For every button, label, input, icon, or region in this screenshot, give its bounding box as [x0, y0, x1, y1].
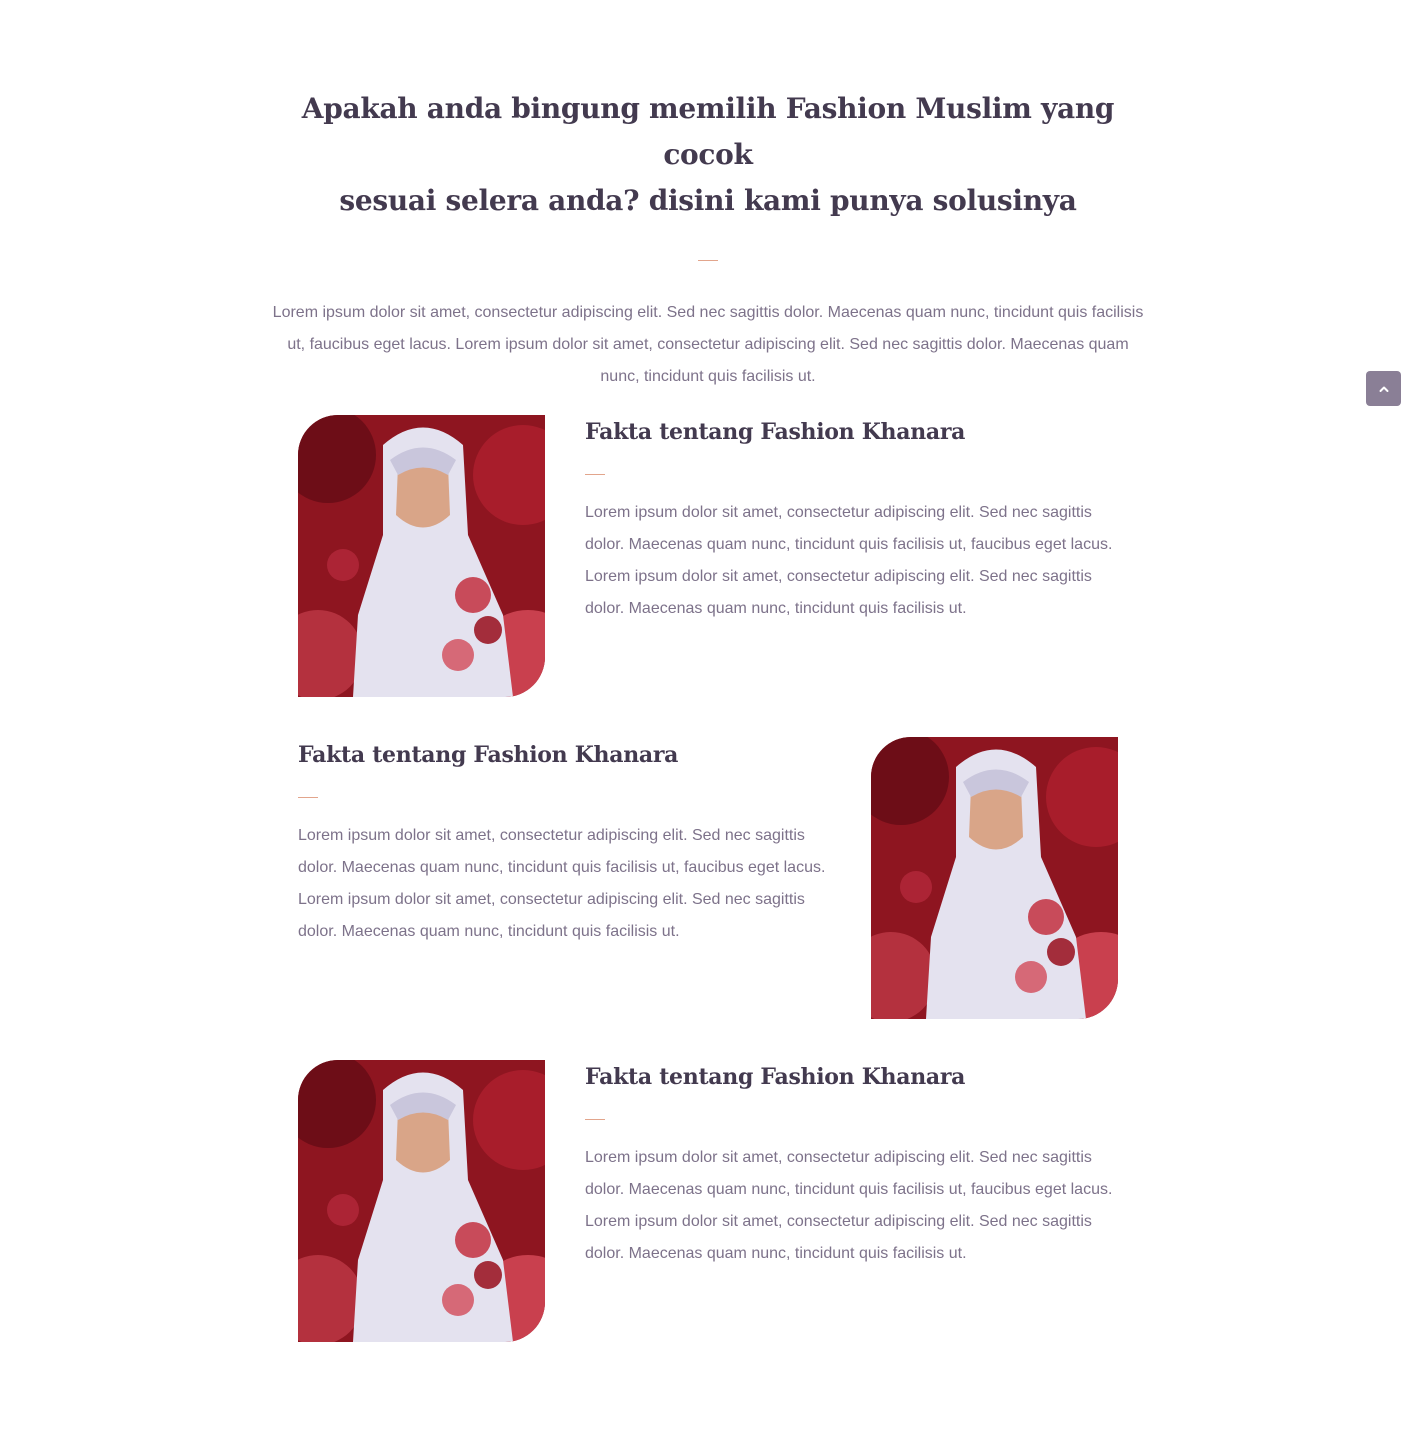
feature-title: Fakta tentang Fashion Khanara	[585, 419, 966, 445]
feature-divider	[298, 797, 318, 798]
feature-image	[871, 737, 1118, 1019]
hijab-model-photo	[871, 737, 1118, 1019]
feature-title: Fakta tentang Fashion Khanara	[298, 742, 679, 768]
hijab-model-photo	[298, 415, 545, 697]
intro-title: Apakah anda bingung memilih Fashion Musl…	[270, 86, 1146, 224]
intro-title-line2: sesuai selera anda? disini kami punya so…	[339, 184, 1077, 217]
intro-title-line1: Apakah anda bingung memilih Fashion Musl…	[301, 92, 1115, 171]
feature-content: Fakta tentang Fashion Khanara Lorem ipsu…	[585, 1060, 1125, 1270]
feature-text: Lorem ipsum dolor sit amet, consectetur …	[585, 1149, 1113, 1262]
feature-text: Lorem ipsum dolor sit amet, consectetur …	[585, 504, 1113, 617]
intro-divider	[698, 260, 718, 261]
feature-content: Fakta tentang Fashion Khanara Lorem ipsu…	[585, 415, 1125, 625]
feature-content: Fakta tentang Fashion Khanara Lorem ipsu…	[298, 738, 838, 948]
hijab-model-photo	[298, 1060, 545, 1342]
feature-image	[298, 1060, 545, 1342]
feature-title: Fakta tentang Fashion Khanara	[585, 1064, 966, 1090]
intro-text: Lorem ipsum dolor sit amet, consectetur …	[272, 304, 1144, 385]
chevron-up-icon	[1379, 386, 1388, 392]
feature-divider	[585, 474, 605, 475]
feature-image	[298, 415, 545, 697]
feature-text: Lorem ipsum dolor sit amet, consectetur …	[298, 827, 826, 940]
feature-divider	[585, 1119, 605, 1120]
intro-section: Apakah anda bingung memilih Fashion Musl…	[270, 86, 1146, 393]
scroll-to-top-button[interactable]	[1366, 371, 1401, 406]
